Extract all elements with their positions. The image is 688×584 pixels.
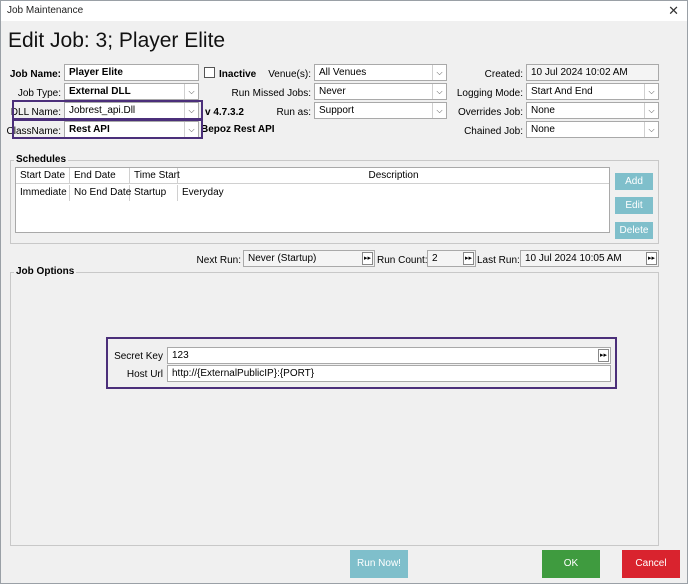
job-options-title: Job Options — [14, 266, 77, 277]
run-missed-value: Never — [319, 86, 346, 97]
run-as-label: Run as: — [276, 107, 311, 118]
run-missed-select[interactable]: Never ⌵ — [314, 83, 447, 100]
close-icon[interactable]: ✕ — [668, 3, 679, 19]
run-as-select[interactable]: Support ⌵ — [314, 102, 447, 119]
chevron-down-icon: ⌵ — [644, 84, 658, 99]
col-start-date[interactable]: Start Date — [16, 168, 70, 184]
next-run-field: Never (Startup) ▸▸ — [243, 250, 375, 267]
chained-job-value: None — [531, 124, 555, 135]
job-name-label: Job Name: — [9, 69, 61, 80]
venues-label: Venue(s): — [268, 69, 311, 80]
job-type-label: Job Type: — [17, 88, 61, 99]
job-options-group — [10, 272, 659, 546]
last-run-value: 10 Jul 2024 10:05 AM — [525, 253, 622, 264]
ellipsis-icon[interactable]: ▸▸ — [362, 252, 373, 265]
job-name-input[interactable]: Player Elite — [64, 64, 199, 81]
job-type-value: External DLL — [69, 86, 131, 97]
run-count-label: Run Count: — [377, 255, 428, 266]
created-label: Created: — [484, 69, 523, 80]
cell-end-date: No End Date — [70, 185, 131, 201]
job-type-select[interactable]: External DLL ⌵ — [64, 83, 199, 100]
page-title: Edit Job: 3; Player Elite — [8, 29, 226, 52]
logging-mode-value: Start And End — [531, 86, 593, 97]
chevron-down-icon: ⌵ — [644, 122, 658, 137]
edit-button[interactable]: Edit — [615, 197, 653, 214]
overrides-job-value: None — [531, 105, 555, 116]
delete-button[interactable]: Delete — [615, 222, 653, 239]
run-count-value: 2 — [432, 253, 438, 264]
run-now-button[interactable]: Run Now! — [350, 550, 408, 578]
title-bar: Job Maintenance ✕ — [1, 1, 687, 21]
col-description[interactable]: Description — [178, 168, 609, 184]
schedules-table: Start Date End Date Time Start Descripti… — [15, 167, 610, 233]
col-end-date[interactable]: End Date — [70, 168, 130, 184]
inactive-checkbox[interactable] — [204, 67, 215, 78]
created-value: 10 Jul 2024 10:02 AM — [526, 64, 659, 81]
chevron-down-icon: ⌵ — [644, 103, 658, 118]
classname-highlight — [12, 119, 203, 139]
overrides-job-label: Overrides Job: — [457, 107, 523, 118]
add-button[interactable]: Add — [615, 173, 653, 190]
chained-job-select[interactable]: None ⌵ — [526, 121, 659, 138]
venues-select[interactable]: All Venues ⌵ — [314, 64, 447, 81]
run-count-field: 2 ▸▸ — [427, 250, 476, 267]
job-maintenance-window: Job Maintenance ✕ Edit Job: 3; Player El… — [0, 0, 688, 584]
next-run-label: Next Run: — [196, 255, 241, 266]
run-missed-label: Run Missed Jobs: — [231, 88, 311, 99]
run-as-value: Support — [319, 105, 355, 116]
chevron-down-icon: ⌵ — [184, 84, 198, 99]
dll-name-highlight — [12, 100, 203, 120]
ellipsis-icon[interactable]: ▸▸ — [646, 252, 657, 265]
venues-value: All Venues — [319, 67, 367, 78]
last-run-label: Last Run: — [477, 255, 520, 266]
next-run-value: Never (Startup) — [248, 253, 317, 264]
last-run-field: 10 Jul 2024 10:05 AM ▸▸ — [520, 250, 659, 267]
table-row[interactable]: Immediate No End Date Startup Everyday — [16, 185, 609, 202]
cell-description: Everyday — [182, 187, 224, 198]
ok-button[interactable]: OK — [542, 550, 600, 578]
logging-mode-select[interactable]: Start And End ⌵ — [526, 83, 659, 100]
logging-mode-label: Logging Mode: — [456, 88, 523, 99]
job-options-highlight — [106, 337, 617, 389]
cancel-button[interactable]: Cancel — [622, 550, 680, 578]
col-time-start[interactable]: Time Start — [130, 168, 180, 184]
class-description: Bepoz Rest API — [201, 124, 275, 135]
ellipsis-icon[interactable]: ▸▸ — [463, 252, 474, 265]
window-title: Job Maintenance — [7, 5, 84, 16]
cell-start-date: Immediate — [16, 185, 70, 201]
overrides-job-select[interactable]: None ⌵ — [526, 102, 659, 119]
schedules-title: Schedules — [14, 154, 69, 165]
cell-time-start: Startup — [130, 185, 178, 201]
chained-job-label: Chained Job: — [464, 126, 523, 137]
